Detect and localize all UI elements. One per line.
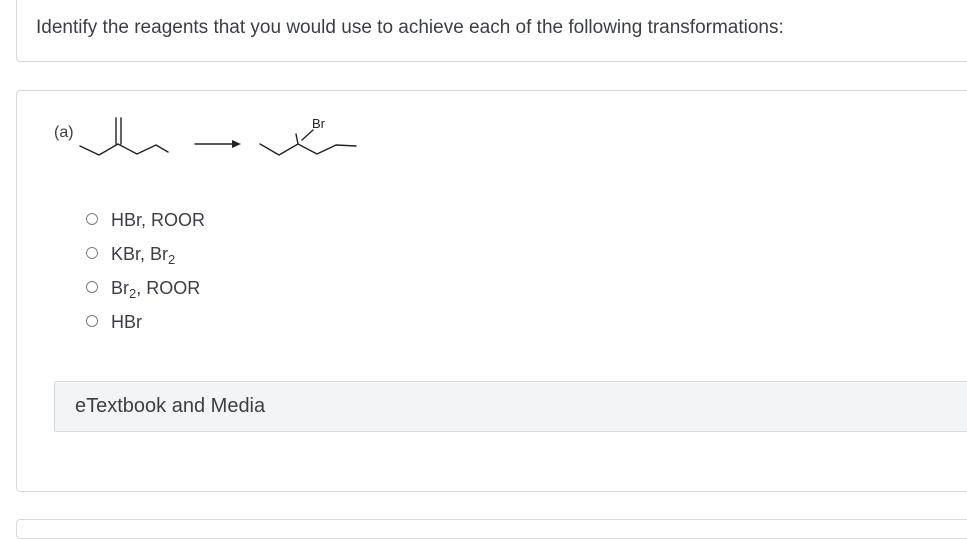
reaction-scheme: Br — [79, 116, 357, 156]
option-label: HBr, ROOR — [111, 209, 206, 230]
option-kbr-br2[interactable]: KBr, Br2 — [86, 237, 205, 271]
option-br2-roor[interactable]: Br2, ROOR — [86, 271, 205, 305]
option-label: KBr, Br2 — [111, 243, 176, 267]
product-methyl-bond — [295, 133, 299, 145]
product-br-bond — [301, 129, 314, 141]
radio-button[interactable] — [86, 315, 98, 327]
radio-button[interactable] — [86, 213, 98, 225]
reaction-arrow-head — [232, 140, 241, 148]
option-label: Br2, ROOR — [111, 277, 201, 301]
etextbook-media-button[interactable]: eTextbook and Media — [54, 381, 967, 432]
product-br-label: Br — [312, 116, 326, 131]
product-skeleton — [259, 143, 357, 156]
radio-button[interactable] — [86, 247, 98, 259]
option-hbr[interactable]: HBr — [86, 305, 205, 339]
radio-button[interactable] — [86, 281, 98, 293]
question-prompt: Identify the reagents that you would use… — [36, 17, 784, 38]
reactant-skeleton — [79, 143, 169, 156]
answer-options: HBr, ROOR KBr, Br2 Br2, ROOR HBr — [86, 203, 205, 339]
option-label: HBr — [111, 311, 142, 332]
etextbook-media-label: eTextbook and Media — [75, 395, 266, 417]
next-question-card — [16, 519, 967, 539]
option-hbr-roor[interactable]: HBr, ROOR — [86, 203, 205, 237]
